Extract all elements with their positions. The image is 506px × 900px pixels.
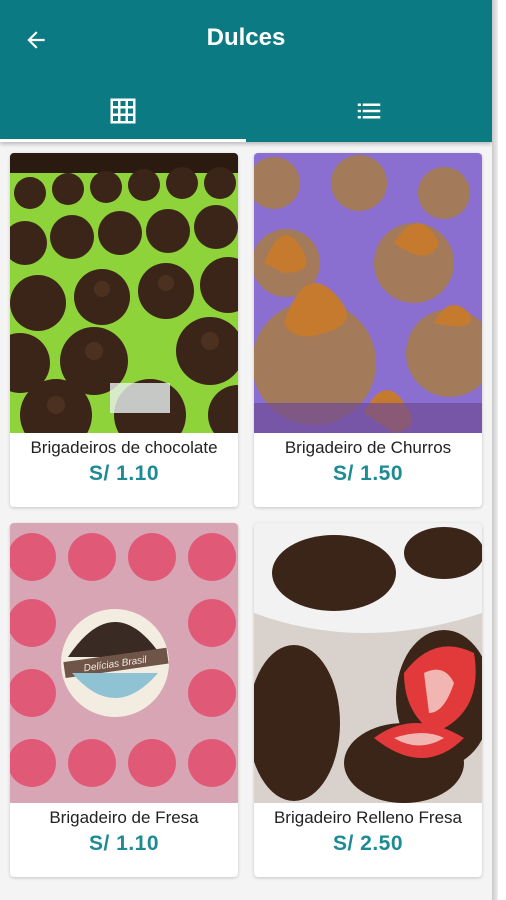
view-tabs bbox=[0, 80, 492, 142]
product-price: S/ 2.50 bbox=[332, 832, 404, 855]
product-price: S/ 1.50 bbox=[332, 462, 404, 485]
product-photo-filled-strawberry-brigadeiros bbox=[254, 523, 482, 803]
product-name: Brigadeiro de Fresa bbox=[49, 808, 199, 827]
list-view-icon bbox=[357, 103, 381, 119]
product-card[interactable]: Delícias Brasil Brigadeiro de Fresa S/ 1… bbox=[10, 523, 238, 877]
tab-grid-view[interactable] bbox=[0, 80, 246, 142]
product-name: Brigadeiros de chocolate bbox=[30, 438, 218, 457]
product-card[interactable]: Brigadeiro de Churros S/ 1.50 bbox=[254, 153, 482, 507]
screen-edge bbox=[492, 0, 498, 900]
page-title: Dulces bbox=[206, 24, 286, 51]
product-name: Brigadeiro Relleno Fresa bbox=[273, 808, 463, 827]
app-screen: Dulces Brigadeiros de chocolate S/ 1.10 … bbox=[0, 0, 492, 900]
product-card[interactable]: Brigadeiros de chocolate S/ 1.10 bbox=[10, 153, 238, 507]
product-photo-chocolate-brigadeiros bbox=[10, 153, 238, 433]
product-price: S/ 1.10 bbox=[88, 462, 160, 485]
product-grid: Brigadeiros de chocolate S/ 1.10 Brigade… bbox=[10, 153, 482, 877]
product-photo-strawberry-brigadeiros: Delícias Brasil bbox=[10, 523, 238, 803]
product-name: Brigadeiro de Churros bbox=[284, 438, 452, 457]
tab-list-view[interactable] bbox=[246, 80, 492, 142]
app-bar: Dulces bbox=[0, 0, 492, 142]
product-card[interactable]: Brigadeiro Relleno Fresa S/ 2.50 bbox=[254, 523, 482, 877]
product-photo-churros-brigadeiros bbox=[254, 153, 482, 433]
grid-view-icon bbox=[110, 98, 136, 124]
product-price: S/ 1.10 bbox=[88, 832, 160, 855]
